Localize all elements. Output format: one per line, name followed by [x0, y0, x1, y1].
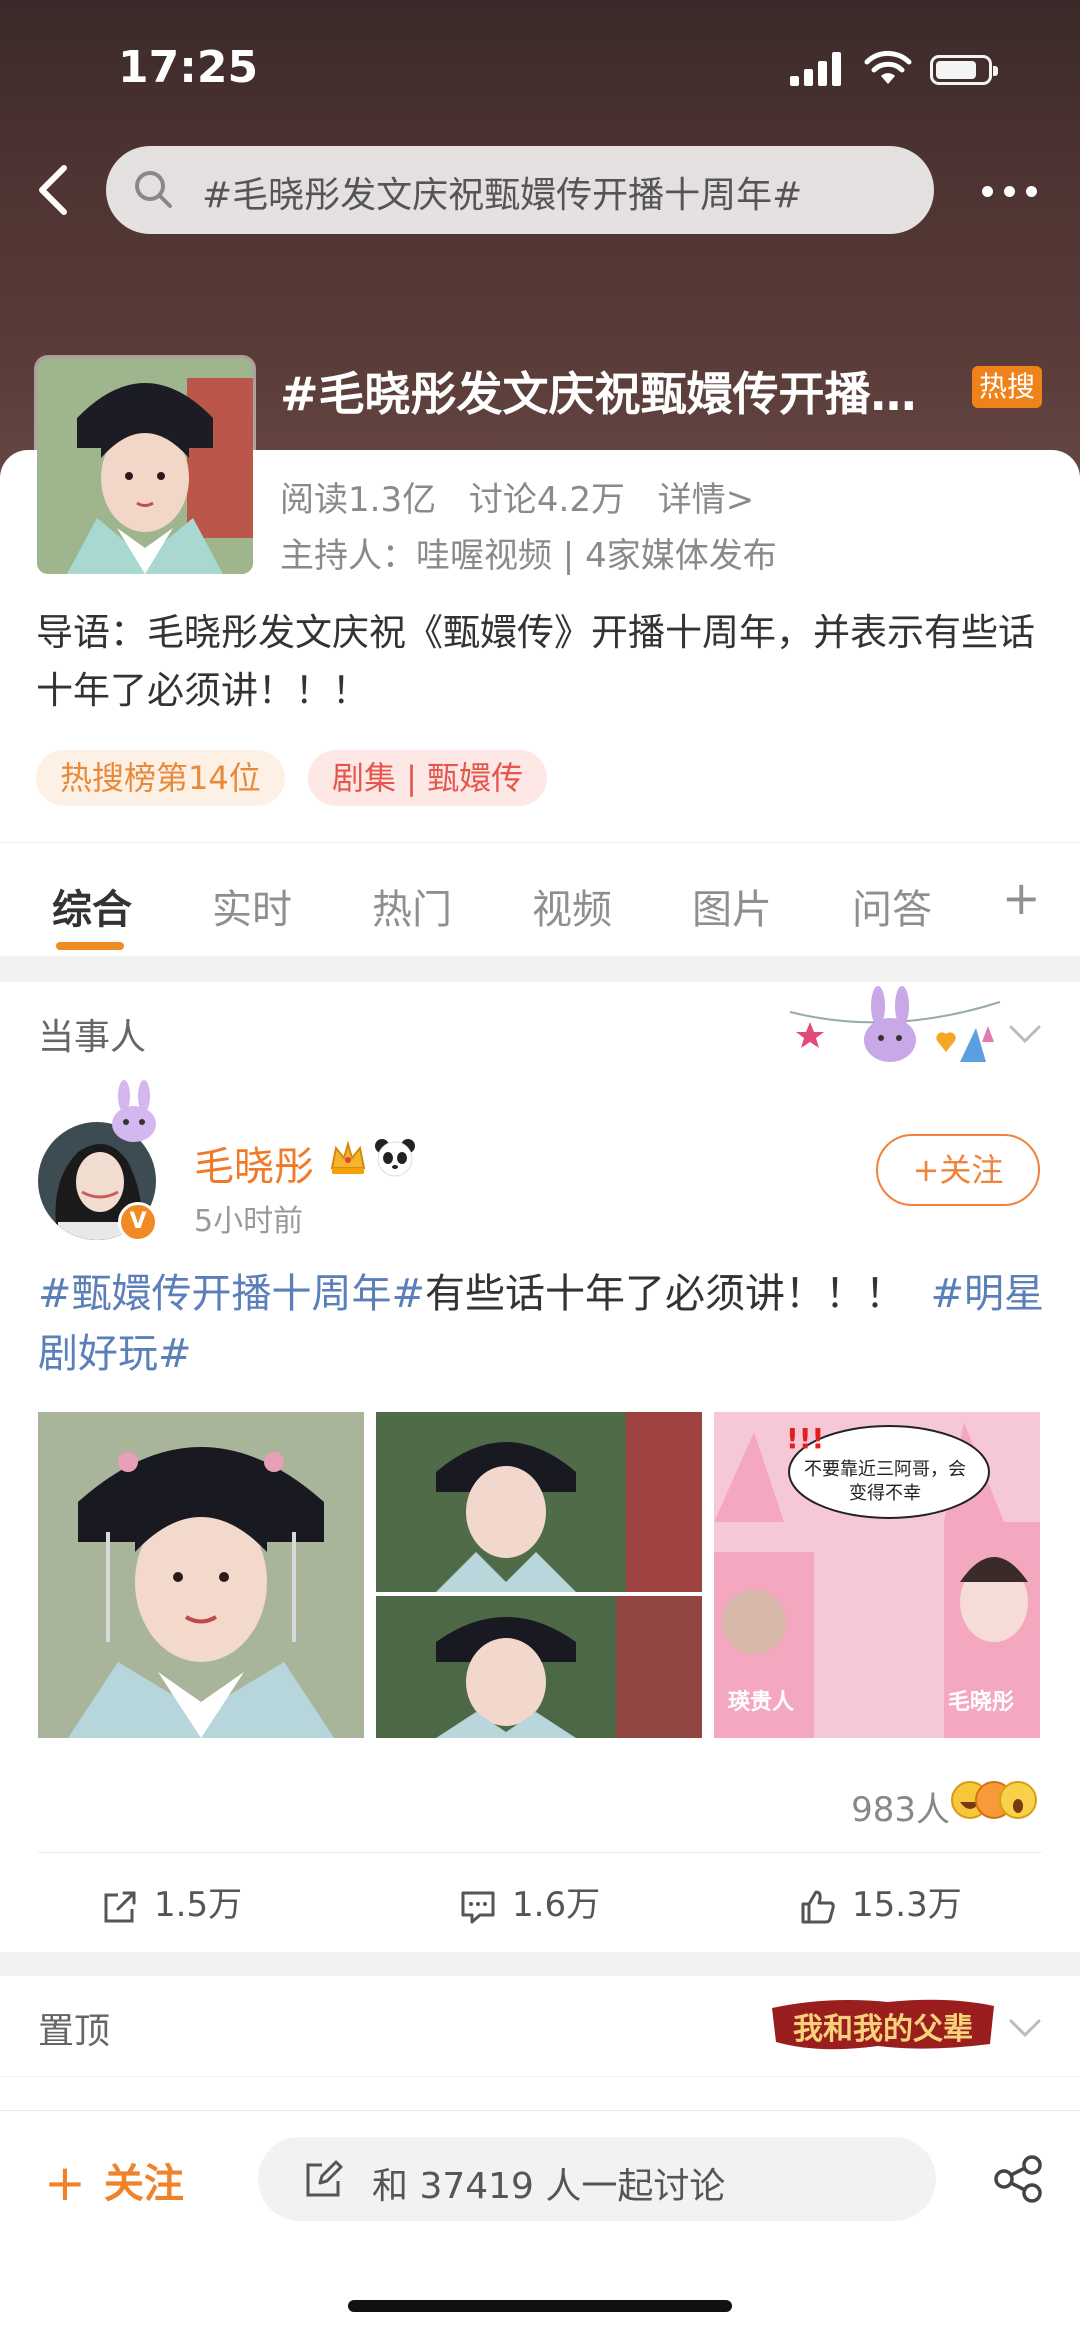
comment-action[interactable]: 1.6万	[458, 1877, 600, 1927]
pinned-section-label: 置顶	[38, 2011, 111, 2052]
meme-exclaim: !!!	[786, 1422, 825, 1455]
pinned-section-header[interactable]: 置顶 我和我的父辈	[0, 1976, 1080, 2077]
tab-realtime[interactable]: 实时	[212, 877, 292, 935]
tab-video[interactable]: 视频	[532, 877, 612, 935]
topic-cover-image[interactable]	[34, 355, 256, 577]
post-card: V 毛晓彤 5小时前 +关注 #甄嬛传开播十周年#有些话十年了必须讲！！！ #明…	[0, 1080, 1080, 1953]
post-image-1[interactable]	[38, 1412, 364, 1738]
comment-count: 1.6万	[512, 1885, 601, 1925]
post-username[interactable]: 毛晓彤	[194, 1134, 314, 1192]
crown-icon	[330, 1140, 366, 1174]
movie-banner-text: 我和我的父辈	[793, 2012, 973, 2047]
party-section-header[interactable]: 当事人	[0, 982, 1080, 1083]
search-bar[interactable]: #毛晓彤发文庆祝甄嬛传开播十周年#	[106, 146, 934, 234]
follow-button[interactable]: +关注	[876, 1134, 1040, 1206]
post-time: 5小时前	[194, 1204, 304, 1239]
tab-pictures[interactable]: 图片	[692, 877, 772, 935]
status-bar: 17:25	[0, 0, 1080, 140]
battery-icon	[930, 55, 998, 85]
hot-rank-chip[interactable]: 热搜榜第14位	[36, 750, 285, 806]
comment-icon	[461, 1891, 495, 1923]
section-divider	[0, 956, 1080, 982]
edit-icon	[306, 2160, 343, 2197]
chevron-down-icon[interactable]	[1008, 1022, 1042, 1046]
bottom-follow-label: 关注	[103, 2161, 184, 2207]
search-icon	[135, 171, 172, 208]
tab-qa[interactable]: 问答	[852, 877, 932, 935]
bunny-party-decoration-icon	[789, 986, 1001, 1062]
panda-icon	[375, 1139, 415, 1177]
movie-banner-logo: 我和我的父辈	[768, 1994, 998, 2054]
tab-bar: 综合 实时 热门 视频 图片 问答 +	[0, 842, 1080, 957]
topic-stats: 阅读1.3亿 讨论4.2万 详情>	[280, 472, 776, 521]
details-link[interactable]: 详情>	[658, 480, 755, 520]
thumbs-up-icon	[801, 1890, 835, 1923]
back-arrow-icon[interactable]	[30, 160, 80, 220]
bottom-follow-button[interactable]: + 关注	[44, 2151, 184, 2212]
cellular-signal-icon	[790, 52, 842, 86]
more-options-icon[interactable]	[978, 172, 1042, 212]
meme-label-left: 瑛贵人	[728, 1690, 795, 1715]
verified-badge-icon: V	[118, 1202, 158, 1242]
chevron-down-icon[interactable]	[1008, 2016, 1042, 2040]
discussion-placeholder: 和 37419 人一起讨论	[372, 2166, 726, 2207]
topic-intro: 导语：毛晓彤发文庆祝《甄嬛传》开播十周年，并表示有些话十年了必须讲！！！	[36, 611, 1035, 712]
drama-chip[interactable]: 剧集 | 甄嬛传	[308, 750, 548, 806]
bunny-avatar-decoration-icon	[112, 1080, 156, 1142]
share-icon[interactable]	[992, 2153, 1044, 2205]
tab-hot[interactable]: 热门	[372, 877, 452, 935]
discussion-count: 讨论4.2万	[468, 480, 625, 520]
tab-comprehensive[interactable]: 综合	[52, 877, 132, 935]
plus-icon: +	[44, 2154, 86, 2212]
status-time: 17:25	[118, 42, 259, 93]
meme-label-right: 毛晓彤	[948, 1690, 1015, 1715]
reaction-emoji-icons[interactable]	[950, 1772, 1040, 1828]
share-action[interactable]: 1.5万	[100, 1877, 242, 1927]
post-action-bar: 1.5万 1.6万 15.3万	[38, 1852, 1042, 1953]
topic-host: 主持人：哇喔视频 | 4家媒体发布	[280, 536, 777, 576]
active-tab-indicator	[56, 942, 124, 950]
section-divider	[0, 1952, 1080, 1976]
reaction-count: 983人	[851, 1790, 950, 1830]
search-query-text: #毛晓彤发文庆祝甄嬛传开播十周年#	[202, 175, 803, 216]
post-body-text: 有些话十年了必须讲！！！	[425, 1271, 906, 1317]
post-image-portrait	[38, 1412, 364, 1738]
like-action[interactable]: 15.3万	[798, 1877, 962, 1927]
cover-portrait-image	[37, 358, 253, 574]
repost-icon	[104, 1891, 136, 1922]
post-image-collage	[376, 1412, 702, 1738]
post-image-2[interactable]	[376, 1412, 702, 1738]
hot-search-badge: 热搜	[972, 366, 1042, 408]
wifi-icon	[864, 50, 912, 84]
discussion-input[interactable]: 和 37419 人一起讨论	[258, 2137, 936, 2221]
topic-title: #毛晓彤发文庆祝甄嬛传开播十周年#	[280, 367, 960, 421]
hashtag-link[interactable]: #甄嬛传开播十周年#	[38, 1271, 425, 1317]
read-count: 阅读1.3亿	[280, 480, 437, 520]
post-text: #甄嬛传开播十周年#有些话十年了必须讲！！！ #明星剧好玩#	[38, 1264, 1048, 1384]
like-count: 15.3万	[852, 1885, 962, 1925]
home-indicator[interactable]	[348, 2300, 732, 2312]
meme-speech-bubble: 不要靠近三阿哥，会变得不幸	[804, 1459, 966, 1504]
add-tab-icon[interactable]: +	[1002, 871, 1041, 925]
post-image-3-meme[interactable]: 不要靠近三阿哥，会变得不幸 !!! 瑛贵人 毛晓彤	[714, 1412, 1040, 1738]
share-count: 1.5万	[154, 1885, 243, 1925]
party-section-label: 当事人	[38, 1017, 147, 1058]
